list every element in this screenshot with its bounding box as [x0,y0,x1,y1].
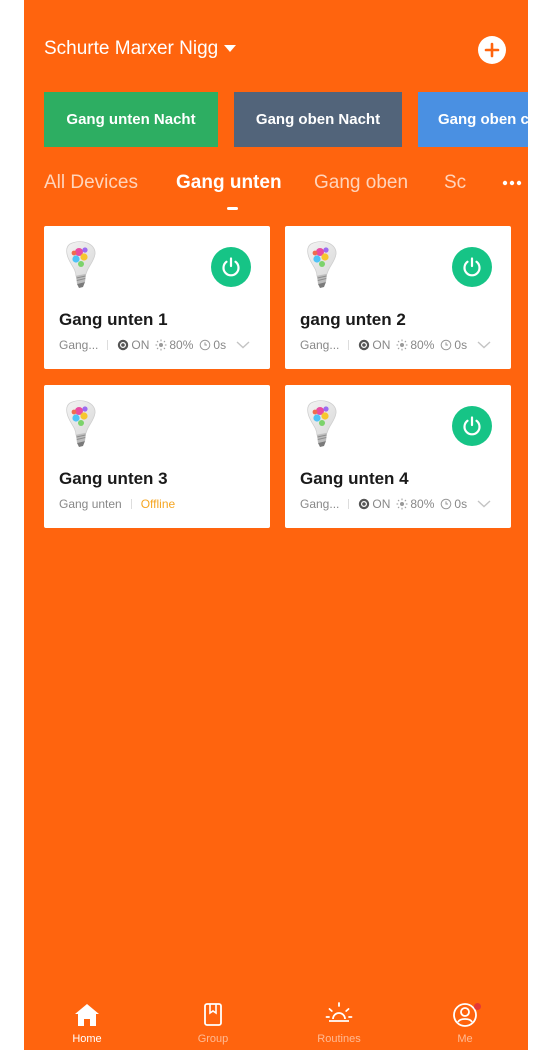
divider [107,340,109,350]
device-card-gang-unten-3[interactable]: Gang unten 3 Gang unten Offline [44,385,270,528]
tab-gang-unten[interactable]: Gang unten [176,172,282,194]
nav-label: Home [72,1033,102,1045]
tab-all-devices[interactable]: All Devices [44,172,138,194]
power-button[interactable] [211,247,251,287]
brightness-value: 80% [410,497,435,511]
chevron-down-icon[interactable] [236,341,250,349]
nav-me[interactable]: Me [402,1000,528,1050]
power-status: ON [117,338,149,352]
nav-routines[interactable]: Routines [276,1000,402,1050]
plus-icon [484,42,500,58]
device-card-gang-unten-4[interactable]: Gang unten 4 Gang... ON 80% 0s [285,385,511,528]
divider [348,340,350,350]
clock-icon [440,498,452,510]
device-meta: Gang... ON 80% 0s [300,338,501,352]
tab-scenes[interactable]: Sc [444,172,466,194]
power-icon [460,255,484,279]
brightness-value: 80% [410,338,435,352]
brightness-value: 80% [169,338,194,352]
device-meta: Gang... ON 80% 0s [59,338,260,352]
scene-button-gang-oben[interactable]: Gang oben c [418,92,528,147]
brightness-status: 80% [396,497,434,511]
clock-icon [199,339,211,351]
power-status: ON [358,338,390,352]
device-card-gang-unten-1[interactable]: Gang unten 1 Gang... ON 80% 0s [44,226,270,369]
power-value: ON [372,338,391,352]
brightness-icon [155,339,167,351]
power-status: ON [358,497,390,511]
device-name: Gang unten 3 [59,469,168,488]
power-icon [460,414,484,438]
device-room: Gang... [300,497,340,511]
power-button[interactable] [452,406,492,446]
onoff-icon [358,339,370,351]
device-room: Gang... [300,338,340,352]
nav-group[interactable]: Group [150,1000,276,1050]
room-tabs: All Devices Gang unten Gang oben Sc [44,166,528,216]
nav-home[interactable]: Home [24,1000,150,1050]
onoff-icon [358,498,370,510]
scene-label: Gang oben Nacht [255,111,381,128]
power-value: ON [372,497,391,511]
offline-status: Offline [140,497,176,511]
app-screen: Schurte Marxer Nigg Gang unten Nacht Gan… [24,0,528,1050]
brightness-status: 80% [396,338,434,352]
brightness-status: 80% [155,338,193,352]
timer-status: 0s [440,497,467,511]
home-icon [75,1004,99,1026]
timer-status: 0s [199,338,226,352]
scene-button-gang-oben-nacht[interactable]: Gang oben Nacht [234,92,402,147]
device-name: gang unten 2 [300,310,406,329]
bottom-nav: Home Group Routines Me [24,1000,528,1050]
power-value: ON [131,338,150,352]
device-name: Gang unten 1 [59,310,168,329]
device-room: Gang unten [59,497,122,511]
onoff-icon [117,339,129,351]
device-meta: Gang unten Offline [59,497,260,511]
device-card-gang-unten-2[interactable]: gang unten 2 Gang... ON 80% 0s [285,226,511,369]
brightness-icon [396,498,408,510]
timer-status: 0s [440,338,467,352]
nav-label: Group [197,1033,229,1045]
scene-shortcuts: Gang unten Nacht Gang oben Nacht Gang ob… [44,92,528,147]
more-dots-icon [502,180,522,186]
caret-down-icon [224,44,237,52]
routines-icon [325,1002,353,1022]
power-icon [219,255,243,279]
bulb-icon [62,240,98,292]
bulb-icon [303,399,339,451]
notification-badge [474,1003,481,1010]
device-meta: Gang... ON 80% 0s [300,497,501,511]
active-tab-indicator [227,207,238,210]
group-icon [204,1003,222,1026]
tab-gang-oben[interactable]: Gang oben [314,172,408,194]
divider [130,499,132,509]
timer-value: 0s [454,338,468,352]
header: Schurte Marxer Nigg [24,0,528,90]
home-selector[interactable]: Schurte Marxer Nigg [44,38,237,60]
bulb-icon [62,399,98,451]
divider [348,499,350,509]
chevron-down-icon[interactable] [477,500,491,508]
more-tabs-button[interactable] [480,166,528,200]
clock-icon [440,339,452,351]
timer-value: 0s [454,497,468,511]
scene-button-gang-unten-nacht[interactable]: Gang unten Nacht [44,92,218,147]
scene-label: Gang oben c [438,111,528,128]
add-device-button[interactable] [478,36,506,64]
nav-label: Routines [317,1033,361,1045]
power-button[interactable] [452,247,492,287]
device-room: Gang... [59,338,99,352]
chevron-down-icon[interactable] [477,341,491,349]
bulb-icon [303,240,339,292]
brightness-icon [396,339,408,351]
nav-label: Me [457,1033,473,1045]
timer-value: 0s [213,338,227,352]
device-name: Gang unten 4 [300,469,409,488]
scene-label: Gang unten Nacht [66,111,196,128]
home-name: Schurte Marxer Nigg [44,38,219,59]
